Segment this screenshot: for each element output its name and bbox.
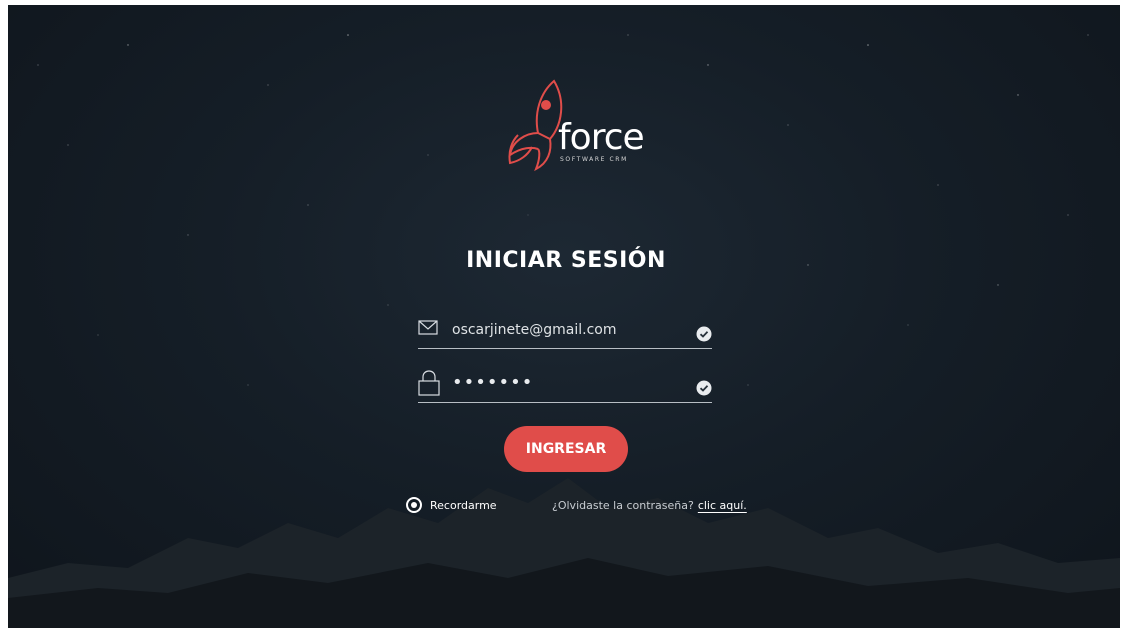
page-title: INICIAR SESIÓN — [466, 248, 666, 273]
brand-name: force — [558, 117, 645, 158]
password-field[interactable]: ••••••• — [418, 370, 712, 403]
login-button[interactable]: INGRESAR — [504, 426, 628, 472]
forgot-password-link[interactable]: clic aquí. — [698, 499, 747, 512]
login-background: force SOFTWARE CRM INICIAR SESIÓN oscarj… — [8, 5, 1120, 628]
check-circle-icon — [696, 326, 712, 342]
mountain-silhouette — [8, 478, 1120, 628]
password-value: ••••••• — [452, 372, 534, 393]
lock-icon — [418, 370, 440, 396]
forgot-password-text: ¿Olvidaste la contraseña? — [552, 499, 694, 512]
remember-label: Recordarme — [430, 498, 497, 512]
brand-tagline: SOFTWARE CRM — [560, 156, 628, 163]
envelope-icon — [418, 320, 438, 335]
check-circle-icon — [696, 380, 712, 396]
email-value: oscarjinete@gmail.com — [452, 322, 617, 338]
forgot-password: ¿Olvidaste la contraseña? clic aquí. — [552, 499, 747, 512]
email-field[interactable]: oscarjinete@gmail.com — [418, 316, 712, 349]
remember-me-option[interactable]: Recordarme — [406, 497, 497, 513]
remember-radio[interactable] — [406, 497, 422, 513]
